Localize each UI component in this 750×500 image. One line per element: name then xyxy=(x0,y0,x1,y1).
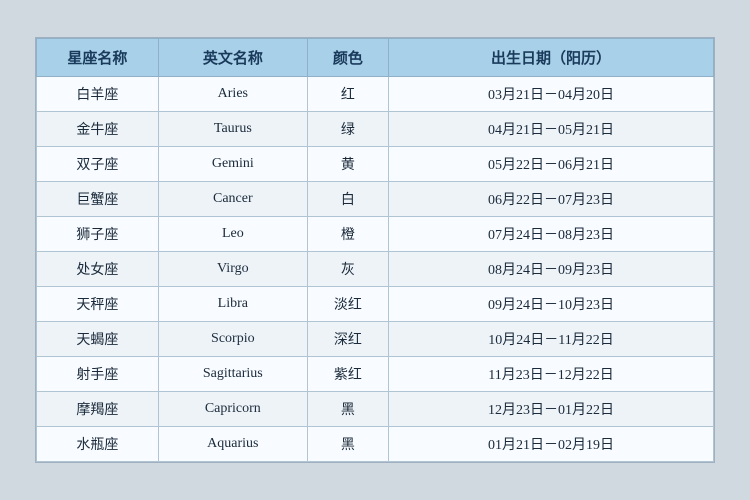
cell-date: 11月23日－12月22日 xyxy=(389,357,714,392)
cell-date: 10月24日－11月22日 xyxy=(389,322,714,357)
cell-english: Scorpio xyxy=(158,322,307,357)
table-row: 处女座Virgo灰08月24日－09月23日 xyxy=(37,252,714,287)
cell-color: 红 xyxy=(307,77,388,112)
zodiac-table: 星座名称 英文名称 颜色 出生日期（阳历） 白羊座Aries红03月21日－04… xyxy=(36,38,714,462)
table-body: 白羊座Aries红03月21日－04月20日金牛座Taurus绿04月21日－0… xyxy=(37,77,714,462)
cell-chinese: 天蝎座 xyxy=(37,322,159,357)
cell-english: Capricorn xyxy=(158,392,307,427)
cell-english: Leo xyxy=(158,217,307,252)
table-row: 摩羯座Capricorn黑12月23日－01月22日 xyxy=(37,392,714,427)
cell-english: Aries xyxy=(158,77,307,112)
header-color: 颜色 xyxy=(307,39,388,77)
cell-color: 黄 xyxy=(307,147,388,182)
header-english: 英文名称 xyxy=(158,39,307,77)
cell-date: 12月23日－01月22日 xyxy=(389,392,714,427)
cell-chinese: 摩羯座 xyxy=(37,392,159,427)
table-row: 狮子座Leo橙07月24日－08月23日 xyxy=(37,217,714,252)
table-row: 天蝎座Scorpio深红10月24日－11月22日 xyxy=(37,322,714,357)
table-row: 巨蟹座Cancer白06月22日－07月23日 xyxy=(37,182,714,217)
cell-english: Taurus xyxy=(158,112,307,147)
cell-color: 紫红 xyxy=(307,357,388,392)
cell-chinese: 白羊座 xyxy=(37,77,159,112)
cell-color: 橙 xyxy=(307,217,388,252)
table-header-row: 星座名称 英文名称 颜色 出生日期（阳历） xyxy=(37,39,714,77)
cell-date: 08月24日－09月23日 xyxy=(389,252,714,287)
zodiac-table-container: 星座名称 英文名称 颜色 出生日期（阳历） 白羊座Aries红03月21日－04… xyxy=(35,37,715,463)
cell-date: 04月21日－05月21日 xyxy=(389,112,714,147)
cell-date: 05月22日－06月21日 xyxy=(389,147,714,182)
cell-english: Sagittarius xyxy=(158,357,307,392)
cell-chinese: 处女座 xyxy=(37,252,159,287)
table-row: 金牛座Taurus绿04月21日－05月21日 xyxy=(37,112,714,147)
cell-color: 深红 xyxy=(307,322,388,357)
table-row: 水瓶座Aquarius黑01月21日－02月19日 xyxy=(37,427,714,462)
cell-english: Cancer xyxy=(158,182,307,217)
cell-color: 绿 xyxy=(307,112,388,147)
cell-color: 黑 xyxy=(307,392,388,427)
cell-color: 白 xyxy=(307,182,388,217)
cell-chinese: 巨蟹座 xyxy=(37,182,159,217)
cell-chinese: 射手座 xyxy=(37,357,159,392)
cell-chinese: 水瓶座 xyxy=(37,427,159,462)
header-chinese: 星座名称 xyxy=(37,39,159,77)
cell-color: 黑 xyxy=(307,427,388,462)
cell-date: 03月21日－04月20日 xyxy=(389,77,714,112)
table-row: 双子座Gemini黄05月22日－06月21日 xyxy=(37,147,714,182)
cell-english: Aquarius xyxy=(158,427,307,462)
table-row: 天秤座Libra淡红09月24日－10月23日 xyxy=(37,287,714,322)
table-row: 射手座Sagittarius紫红11月23日－12月22日 xyxy=(37,357,714,392)
cell-color: 灰 xyxy=(307,252,388,287)
cell-date: 09月24日－10月23日 xyxy=(389,287,714,322)
cell-english: Virgo xyxy=(158,252,307,287)
cell-color: 淡红 xyxy=(307,287,388,322)
cell-date: 07月24日－08月23日 xyxy=(389,217,714,252)
cell-date: 06月22日－07月23日 xyxy=(389,182,714,217)
cell-chinese: 金牛座 xyxy=(37,112,159,147)
cell-english: Gemini xyxy=(158,147,307,182)
cell-chinese: 双子座 xyxy=(37,147,159,182)
cell-chinese: 天秤座 xyxy=(37,287,159,322)
cell-english: Libra xyxy=(158,287,307,322)
table-row: 白羊座Aries红03月21日－04月20日 xyxy=(37,77,714,112)
cell-chinese: 狮子座 xyxy=(37,217,159,252)
cell-date: 01月21日－02月19日 xyxy=(389,427,714,462)
header-date: 出生日期（阳历） xyxy=(389,39,714,77)
